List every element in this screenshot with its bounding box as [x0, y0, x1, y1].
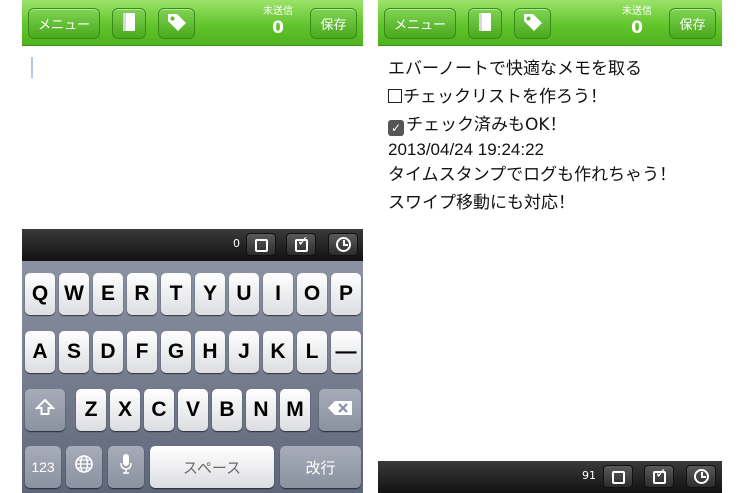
header-bar: メニュー 未送信 0 保存	[378, 0, 722, 46]
check-mark-icon: ✓	[297, 234, 309, 250]
microphone-key[interactable]	[108, 446, 144, 488]
backspace-key[interactable]	[319, 389, 361, 431]
key-b[interactable]: B	[212, 389, 242, 431]
key-u[interactable]: U	[229, 273, 259, 315]
checked-box-button[interactable]: ✓	[644, 465, 674, 488]
key-o[interactable]: O	[297, 273, 327, 315]
tag-icon	[166, 12, 188, 36]
notebook-button[interactable]	[468, 8, 502, 39]
key-n[interactable]: N	[246, 389, 276, 431]
key-g[interactable]: G	[161, 331, 191, 373]
char-count: 0	[233, 237, 240, 250]
note-body[interactable]: エバーノートで快適なメモを取る チェックリストを作ろう！ ✓ チェック済みもOK！…	[388, 55, 718, 217]
key-a[interactable]: A	[25, 331, 55, 373]
note-line: エバーノートで快適なメモを取る	[388, 59, 642, 79]
key-e[interactable]: E	[93, 273, 123, 315]
key-s[interactable]: S	[59, 331, 89, 373]
unsent-indicator: 未送信 0	[255, 6, 301, 38]
tag-button[interactable]	[514, 8, 551, 39]
backspace-icon	[327, 398, 353, 422]
key-t[interactable]: T	[161, 273, 191, 315]
check-mark-icon: ✓	[655, 466, 667, 482]
checklist-item: チェックリストを作ろう！	[388, 83, 718, 111]
note-line: タイムスタンプでログも作れちゃう！	[388, 165, 677, 185]
globe-icon	[74, 454, 94, 480]
key-p[interactable]: P	[331, 273, 361, 315]
checkbox-icon	[255, 239, 268, 252]
key-v[interactable]: V	[178, 389, 208, 431]
note-line: スワイプ移動にも対応！	[388, 193, 575, 213]
key-c[interactable]: C	[144, 389, 174, 431]
checked-box-button[interactable]: ✓	[286, 233, 316, 256]
space-key[interactable]: スペース	[150, 446, 274, 488]
key-d[interactable]: D	[93, 331, 123, 373]
note-view-screen: メニュー 未送信 0 保存 エバーノートで快適なメモを取る チェックリストを作ろ…	[378, 0, 722, 493]
microphone-icon	[119, 453, 133, 481]
key-l[interactable]: L	[297, 331, 327, 373]
key-i[interactable]: I	[263, 273, 293, 315]
key-h[interactable]: H	[195, 331, 225, 373]
timestamp-line: 2013/04/24 19:24:22	[388, 140, 544, 159]
unsent-indicator: 未送信 0	[614, 6, 660, 38]
key-w[interactable]: W	[59, 273, 89, 315]
checklist-item-text: チェックリストを作ろう！	[403, 87, 607, 107]
menu-button[interactable]: メニュー	[384, 8, 456, 39]
unsent-count: 0	[631, 18, 643, 38]
timestamp-button[interactable]	[686, 465, 716, 488]
key-r[interactable]: R	[127, 273, 157, 315]
key-k[interactable]: K	[263, 331, 293, 373]
checkbox-icon	[612, 471, 625, 484]
key-z[interactable]: Z	[76, 389, 106, 431]
save-button[interactable]: 保存	[310, 8, 357, 39]
key-long-dash[interactable]: —	[331, 331, 361, 373]
key-f[interactable]: F	[127, 331, 157, 373]
checkbox-button[interactable]	[603, 465, 633, 488]
unsent-count: 0	[272, 18, 284, 38]
checklist-item-checked: ✓ チェック済みもOK！	[388, 111, 718, 139]
key-m[interactable]: M	[280, 389, 310, 431]
unsent-label: 未送信	[622, 6, 652, 17]
editor-toolbar: 91 ✓	[378, 461, 722, 493]
menu-button[interactable]: メニュー	[28, 8, 100, 39]
notebook-icon	[120, 12, 138, 36]
tag-icon	[522, 12, 544, 36]
checklist-item-text: チェック済みもOK！	[406, 115, 567, 135]
shift-icon	[34, 398, 56, 422]
header-bar: メニュー 未送信 0 保存	[22, 0, 363, 46]
globe-key[interactable]	[66, 446, 102, 488]
editor-screen-with-keyboard: メニュー 未送信 0 保存 0 ✓ Q W E R T Y U I O P A …	[22, 0, 363, 493]
unsent-label: 未送信	[263, 6, 293, 17]
checked-box-icon[interactable]: ✓	[388, 120, 404, 136]
key-q[interactable]: Q	[25, 273, 55, 315]
timestamp-button[interactable]	[328, 233, 358, 256]
key-y[interactable]: Y	[195, 273, 225, 315]
char-count: 91	[582, 469, 596, 482]
notebook-button[interactable]	[112, 8, 146, 39]
save-button[interactable]: 保存	[669, 8, 716, 39]
tag-button[interactable]	[158, 8, 195, 39]
unchecked-box-icon[interactable]	[388, 89, 402, 103]
clock-icon	[336, 237, 351, 252]
return-key[interactable]: 改行	[280, 446, 361, 488]
text-cursor[interactable]	[31, 57, 33, 78]
key-j[interactable]: J	[229, 331, 259, 373]
checkbox-button[interactable]	[246, 233, 276, 256]
notebook-icon	[476, 12, 494, 36]
editor-toolbar: 0 ✓	[22, 229, 363, 261]
shift-key[interactable]	[25, 389, 65, 431]
keyboard: Q W E R T Y U I O P A S D F G H J K L — …	[22, 261, 363, 493]
numbers-key[interactable]: 123	[25, 446, 61, 488]
key-x[interactable]: X	[110, 389, 140, 431]
clock-icon	[694, 469, 709, 484]
